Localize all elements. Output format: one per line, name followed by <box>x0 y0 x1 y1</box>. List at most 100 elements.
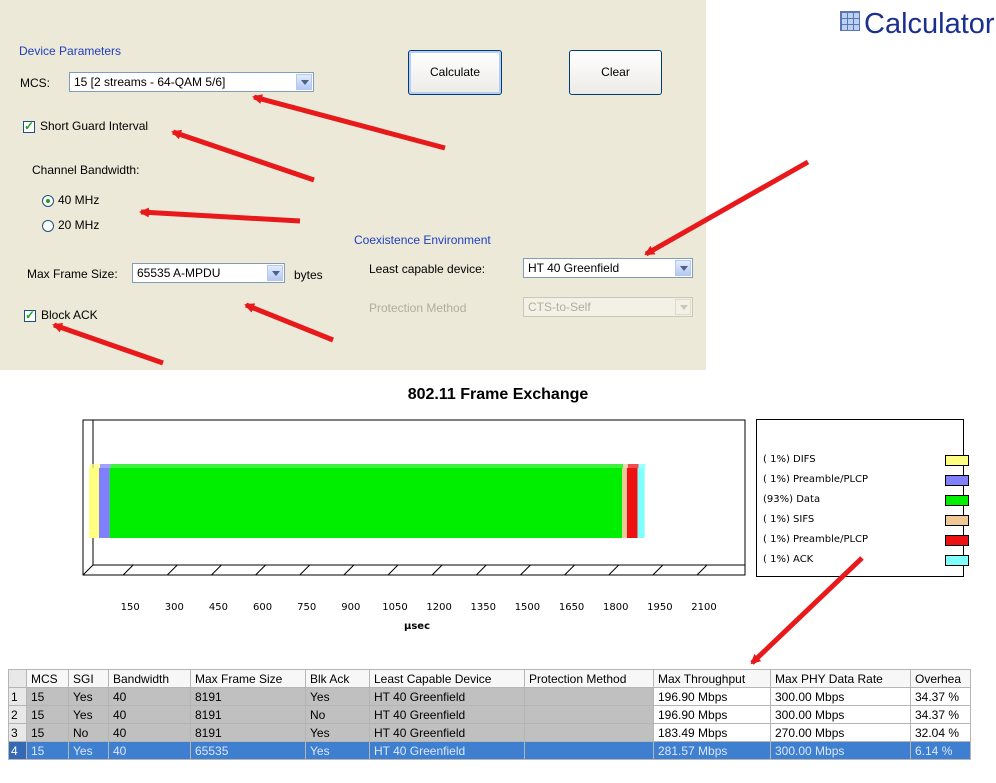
table-cell[interactable]: HT 40 Greenfield <box>369 687 525 706</box>
device-parameters-label: Device Parameters <box>19 44 122 58</box>
legend-item: ( 1%) DIFS <box>763 454 816 465</box>
table-cell[interactable]: 15 <box>26 687 69 706</box>
chart-title: 802.11 Frame Exchange <box>407 386 589 403</box>
row-number[interactable]: 1 <box>8 687 27 706</box>
table-cell[interactable]: 270.00 Mbps <box>770 723 911 742</box>
x-axis-label: µsec <box>404 621 430 632</box>
table-cell[interactable]: 40 <box>108 705 191 724</box>
bandwidth-40mhz-radio[interactable] <box>42 195 54 207</box>
column-header[interactable]: MCS <box>26 669 69 688</box>
table-cell[interactable]: 32.04 % <box>910 723 971 742</box>
row-header-corner[interactable] <box>8 669 27 688</box>
legend-swatch <box>945 535 969 546</box>
column-header[interactable]: Overhea <box>910 669 971 688</box>
column-header[interactable]: Max PHY Data Rate <box>770 669 911 688</box>
table-cell[interactable]: 281.57 Mbps <box>653 741 771 760</box>
table-cell[interactable]: 40 <box>108 687 191 706</box>
legend-item: ( 1%) ACK <box>763 554 814 565</box>
bar-segment-top <box>623 464 628 468</box>
table-cell[interactable] <box>524 723 654 742</box>
column-header[interactable]: Bandwidth <box>108 669 191 688</box>
block-ack-checkbox[interactable] <box>24 308 36 322</box>
x-tick-label: 1950 <box>647 602 672 613</box>
table-cell[interactable]: 300.00 Mbps <box>770 687 911 706</box>
least-capable-device-select[interactable]: HT 40 Greenfield <box>523 258 693 278</box>
table-cell[interactable]: 34.37 % <box>910 687 971 706</box>
table-cell[interactable]: 196.90 Mbps <box>653 705 771 724</box>
legend-item: ( 1%) Preamble/PLCP <box>763 474 869 485</box>
table-cell[interactable]: 8191 <box>190 687 306 706</box>
bar-segment <box>109 468 623 538</box>
column-header[interactable]: Least Capable Device <box>369 669 525 688</box>
table-cell[interactable]: 65535 <box>190 741 306 760</box>
bandwidth-20mhz-radio[interactable] <box>42 220 54 232</box>
table-cell[interactable]: 300.00 Mbps <box>770 705 911 724</box>
table-cell[interactable]: Yes <box>305 687 370 706</box>
mcs-select[interactable]: 15 [2 streams - 64-QAM 5/6] <box>69 72 314 92</box>
chevron-down-icon[interactable] <box>267 265 283 281</box>
table-cell[interactable]: HT 40 Greenfield <box>369 723 525 742</box>
x-tick-label: 1500 <box>515 602 540 613</box>
column-header[interactable]: Max Frame Size <box>190 669 306 688</box>
x-tick-label: 450 <box>209 602 228 613</box>
table-cell[interactable]: HT 40 Greenfield <box>369 741 525 760</box>
table-cell[interactable] <box>524 687 654 706</box>
table-cell[interactable] <box>524 705 654 724</box>
table-cell[interactable]: 8191 <box>190 723 306 742</box>
table-cell[interactable]: HT 40 Greenfield <box>369 705 525 724</box>
table-row[interactable]: 2 15 Yes 40 8191 No HT 40 Greenfield 196.90 Mbp… <box>8 705 971 724</box>
table-cell[interactable]: 300.00 Mbps <box>770 741 911 760</box>
legend-item: ( 1%) SIFS <box>763 514 815 525</box>
table-cell[interactable]: Yes <box>305 723 370 742</box>
table-cell[interactable]: 6.14 % <box>910 741 971 760</box>
table-cell[interactable]: 8191 <box>190 705 306 724</box>
table-cell[interactable]: Yes <box>68 705 109 724</box>
column-header[interactable]: SGI <box>68 669 109 688</box>
table-cell[interactable]: 34.37 % <box>910 705 971 724</box>
table-cell[interactable]: 15 <box>26 741 69 760</box>
table-cell[interactable] <box>524 741 654 760</box>
column-header[interactable]: Protection Method <box>524 669 654 688</box>
table-cell[interactable]: 40 <box>108 723 191 742</box>
calculate-button[interactable]: Calculate <box>408 50 502 95</box>
legend-swatch <box>945 475 969 486</box>
table-row[interactable]: 4 15 Yes 40 65535 Yes HT 40 Greenfield 281.57 M… <box>8 741 971 760</box>
column-header[interactable]: Blk Ack <box>305 669 370 688</box>
chevron-down-icon[interactable] <box>675 260 691 276</box>
clear-button[interactable]: Clear <box>569 50 662 95</box>
x-tick-label: 750 <box>297 602 316 613</box>
chevron-down-icon[interactable] <box>296 74 312 90</box>
short-guard-interval-checkbox[interactable] <box>23 119 35 133</box>
coexistence-environment-label: Coexistence Environment <box>354 233 491 247</box>
table-cell[interactable]: Yes <box>68 741 109 760</box>
row-number[interactable]: 2 <box>8 705 27 724</box>
least-capable-device-label: Least capable device: <box>369 262 486 276</box>
max-frame-size-label: Max Frame Size: <box>27 267 118 281</box>
table-cell[interactable]: 40 <box>108 741 191 760</box>
table-cell[interactable]: Yes <box>68 687 109 706</box>
channel-bandwidth-label: Channel Bandwidth: <box>32 163 140 177</box>
table-cell[interactable]: No <box>305 705 370 724</box>
row-number[interactable]: 4 <box>8 741 27 760</box>
table-cell[interactable]: Yes <box>305 741 370 760</box>
column-header[interactable]: Max Throughput <box>653 669 771 688</box>
row-number[interactable]: 3 <box>8 723 27 742</box>
results-table: MCS SGI Bandwidth Max Frame Size Blk Ack Leas… <box>8 669 971 760</box>
table-row[interactable]: 3 15 No 40 8191 Yes HT 40 Greenfield 183.49 Mbp… <box>8 723 971 742</box>
max-frame-size-unit: bytes <box>294 268 323 282</box>
max-frame-size-select[interactable]: 65535 A-MPDU <box>132 263 285 283</box>
frame-exchange-chart: 150 300 450 600 750 900 1050 1200 1350 1500 1650 18… <box>82 419 746 632</box>
legend-swatch <box>945 515 969 526</box>
bar-segment-top <box>627 464 639 468</box>
table-cell[interactable]: 183.49 Mbps <box>653 723 771 742</box>
legend-item: ( 1%) Preamble/PLCP <box>763 534 869 545</box>
x-tick-label: 1800 <box>603 602 628 613</box>
table-cell[interactable]: 196.90 Mbps <box>653 687 771 706</box>
table-cell[interactable]: 15 <box>26 705 69 724</box>
table-cell[interactable]: No <box>68 723 109 742</box>
table-row[interactable]: 1 15 Yes 40 8191 Yes HT 40 Greenfield 196.90 Mb… <box>8 687 971 706</box>
max-frame-size-value: 65535 A-MPDU <box>137 266 221 280</box>
protection-method-select[interactable]: CTS-to-Self <box>523 297 693 317</box>
table-cell[interactable]: 15 <box>26 723 69 742</box>
chevron-down-icon[interactable] <box>675 299 691 315</box>
